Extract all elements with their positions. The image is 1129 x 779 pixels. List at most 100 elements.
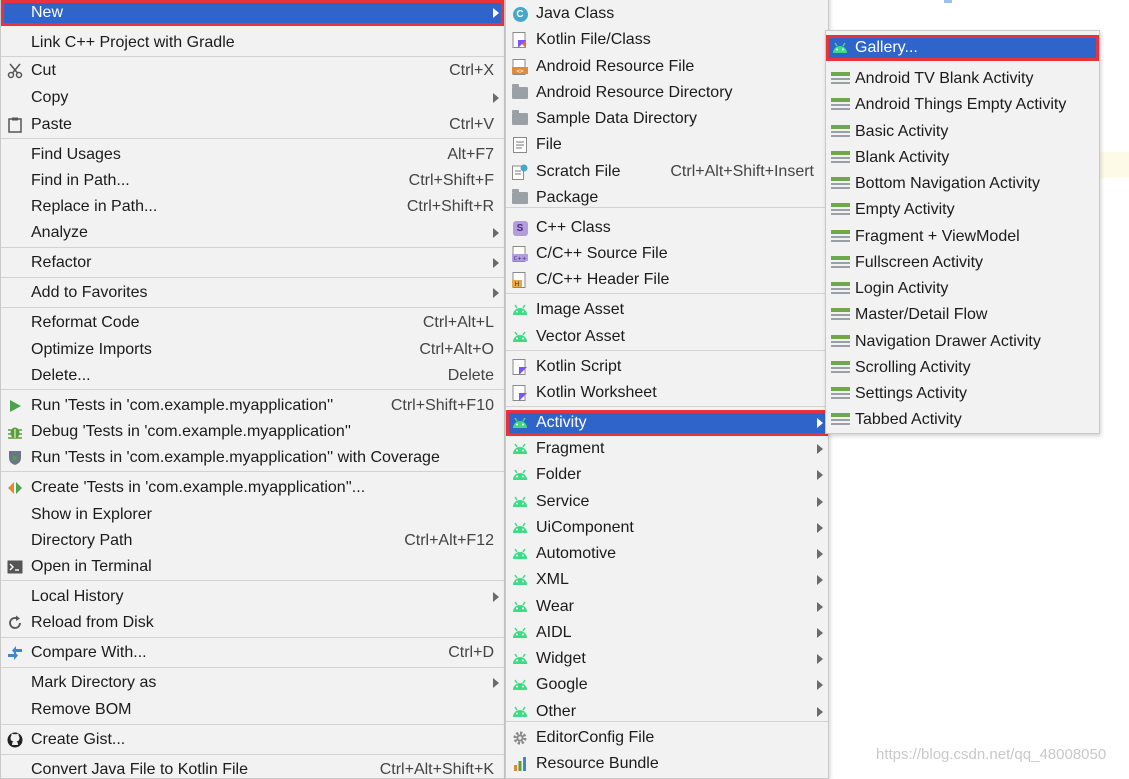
menu-item-settings-activity[interactable]: Settings Activity	[826, 381, 1099, 407]
menu-item-java-class[interactable]: C Java Class	[506, 1, 828, 27]
menu-item-label: Vector Asset	[536, 328, 625, 345]
android-icon	[511, 519, 529, 537]
menu-item-uicomponent[interactable]: UiComponent	[506, 515, 828, 541]
menu-item-service[interactable]: Service	[506, 489, 828, 515]
menu-item-empty-activity[interactable]: Empty Activity	[826, 197, 1099, 223]
menu-item-basic-activity[interactable]: Basic Activity	[826, 119, 1099, 145]
menu-item-tabbed-activity[interactable]: Tabbed Activity	[826, 407, 1099, 433]
menu-item-label: Compare With...	[31, 644, 147, 661]
menu-item-add-to-favorites[interactable]: Add to Favorites	[1, 280, 504, 306]
menu-item-find-usages[interactable]: Find Usages Alt+F7	[1, 142, 504, 168]
menu-item-vector-asset[interactable]: Vector Asset	[506, 324, 828, 350]
menu-item-android-resource-file[interactable]: <> Android Resource File	[506, 54, 828, 80]
activity-template-icon	[831, 280, 850, 298]
menu-item-login-activity[interactable]: Login Activity	[826, 276, 1099, 302]
menu-item-label: Service	[536, 493, 590, 510]
menu-item-open-in-terminal[interactable]: Open in Terminal	[1, 554, 504, 580]
menu-item-link-c-project-with-gradle[interactable]: Link C++ Project with Gradle	[1, 30, 504, 56]
terminal-icon	[6, 558, 24, 576]
menu-item-analyze[interactable]: Analyze	[1, 220, 504, 246]
menu-item-create-gist[interactable]: Create Gist...	[1, 727, 504, 753]
menu-item-resource-bundle[interactable]: Resource Bundle	[506, 751, 828, 777]
menu-item-label: Master/Detail Flow	[855, 306, 988, 323]
menu-item-reload-from-disk[interactable]: Reload from Disk	[1, 610, 504, 636]
menu-item-mark-directory-as[interactable]: Mark Directory as	[1, 670, 504, 696]
menu-item-paste[interactable]: Paste Ctrl+V	[1, 112, 504, 138]
menu-item-file[interactable]: File	[506, 132, 828, 158]
menu-item-replace-in-path[interactable]: Replace in Path... Ctrl+Shift+R	[1, 194, 504, 220]
menu-item-shortcut: Ctrl+X	[449, 62, 494, 79]
menu-item-scratch-file[interactable]: Scratch File Ctrl+Alt+Shift+Insert	[506, 159, 828, 185]
menu-item-aidl[interactable]: AIDL	[506, 620, 828, 646]
menu-item-label: Empty Activity	[855, 201, 955, 218]
submenu-arrow-icon	[817, 444, 823, 454]
svg-text:<>: <>	[516, 68, 524, 75]
menu-item-gallery[interactable]: Gallery...	[826, 35, 1099, 61]
activity-template-icon	[831, 123, 850, 141]
menu-item-convert-java-file-to-kotlin-file[interactable]: Convert Java File to Kotlin File Ctrl+Alt…	[1, 757, 504, 778]
menu-item-c-c-source-file[interactable]: C++ C/C++ Source File	[506, 241, 828, 267]
menu-item-label: Wear	[536, 598, 574, 615]
menu-item-android-resource-directory[interactable]: Android Resource Directory	[506, 80, 828, 106]
menu-item-widget[interactable]: Widget	[506, 646, 828, 672]
menu-item-label: C/C++ Source File	[536, 245, 668, 262]
menu-item-c-class[interactable]: S C++ Class	[506, 215, 828, 241]
menu-item-bottom-navigation-activity[interactable]: Bottom Navigation Activity	[826, 171, 1099, 197]
menu-item-directory-path[interactable]: Directory Path Ctrl+Alt+F12	[1, 528, 504, 554]
coverage-icon	[6, 449, 24, 467]
menu-item-fullscreen-activity[interactable]: Fullscreen Activity	[826, 250, 1099, 276]
menu-item-compare-with[interactable]: Compare With... Ctrl+D	[1, 640, 504, 666]
menu-item-android-things-empty-activity[interactable]: Android Things Empty Activity	[826, 92, 1099, 118]
menu-separator	[1, 138, 504, 139]
menu-item-label: Android Things Empty Activity	[855, 96, 1067, 113]
menu-item-folder[interactable]: Folder	[506, 462, 828, 488]
menu-item-image-asset[interactable]: Image Asset	[506, 297, 828, 323]
menu-item-scrolling-activity[interactable]: Scrolling Activity	[826, 355, 1099, 381]
menu-item-editorconfig-file[interactable]: EditorConfig File	[506, 725, 828, 751]
menu-item-kotlin-file-class[interactable]: Kotlin File/Class	[506, 27, 828, 53]
menu-item-label: Debug 'Tests in 'com.example.myapplicati…	[31, 423, 351, 440]
menu-item-master-detail-flow[interactable]: Master/Detail Flow	[826, 302, 1099, 328]
menu-item-label: New	[31, 4, 64, 21]
menu-item-shortcut: Alt+F7	[447, 146, 494, 163]
submenu-arrow-icon	[493, 93, 499, 103]
menu-item-remove-bom[interactable]: Remove BOM	[1, 697, 504, 723]
menu-item-fragment-viewmodel[interactable]: Fragment + ViewModel	[826, 224, 1099, 250]
menu-item-wear[interactable]: Wear	[506, 594, 828, 620]
menu-item-run-tests-in-com-example-myapplication[interactable]: Run 'Tests in 'com.example.myapplication…	[1, 393, 504, 419]
menu-item-cut[interactable]: Cut Ctrl+X	[1, 58, 504, 84]
menu-item-show-in-explorer[interactable]: Show in Explorer	[1, 502, 504, 528]
menu-item-new[interactable]: New	[1, 0, 504, 26]
menu-separator	[506, 406, 828, 407]
android-icon	[511, 545, 529, 563]
menu-item-kotlin-script[interactable]: Kotlin Script	[506, 354, 828, 380]
android-icon	[511, 466, 529, 484]
menu-item-optimize-imports[interactable]: Optimize Imports Ctrl+Alt+O	[1, 337, 504, 363]
menu-item-reformat-code[interactable]: Reformat Code Ctrl+Alt+L	[1, 310, 504, 336]
resource-bundle-icon	[511, 755, 529, 773]
menu-item-delete[interactable]: Delete... Delete	[1, 363, 504, 389]
menu-item-copy[interactable]: Copy	[1, 85, 504, 111]
menu-item-xml[interactable]: XML	[506, 567, 828, 593]
menu-item-debug-tests-in-com-example-myapplication[interactable]: Debug 'Tests in 'com.example.myapplicati…	[1, 419, 504, 445]
menu-item-google[interactable]: Google	[506, 672, 828, 698]
context-menu: New Link C++ Project with Gradle Cut Ctrl+X…	[0, 0, 505, 779]
cpp-header-icon: H	[511, 271, 529, 289]
menu-item-fragment[interactable]: Fragment	[506, 436, 828, 462]
menu-item-android-tv-blank-activity[interactable]: Android TV Blank Activity	[826, 66, 1099, 92]
menu-item-kotlin-worksheet[interactable]: Kotlin Worksheet	[506, 380, 828, 406]
menu-item-label: File	[536, 136, 562, 153]
menu-item-label: Android Resource Directory	[536, 84, 733, 101]
menu-item-refactor[interactable]: Refactor	[1, 250, 504, 276]
menu-item-label: C/C++ Header File	[536, 271, 670, 288]
menu-item-find-in-path[interactable]: Find in Path... Ctrl+Shift+F	[1, 168, 504, 194]
menu-item-navigation-drawer-activity[interactable]: Navigation Drawer Activity	[826, 329, 1099, 355]
menu-item-run-tests-in-com-example-myapplication-w[interactable]: Run 'Tests in 'com.example.myapplication…	[1, 445, 504, 471]
menu-item-activity[interactable]: Activity	[506, 410, 828, 436]
menu-item-c-c-header-file[interactable]: H C/C++ Header File	[506, 267, 828, 293]
menu-item-blank-activity[interactable]: Blank Activity	[826, 145, 1099, 171]
menu-item-create-tests-in-com-example-myapplicatio[interactable]: Create 'Tests in 'com.example.myapplicat…	[1, 475, 504, 501]
menu-item-local-history[interactable]: Local History	[1, 584, 504, 610]
menu-item-sample-data-directory[interactable]: Sample Data Directory	[506, 106, 828, 132]
menu-item-automotive[interactable]: Automotive	[506, 541, 828, 567]
